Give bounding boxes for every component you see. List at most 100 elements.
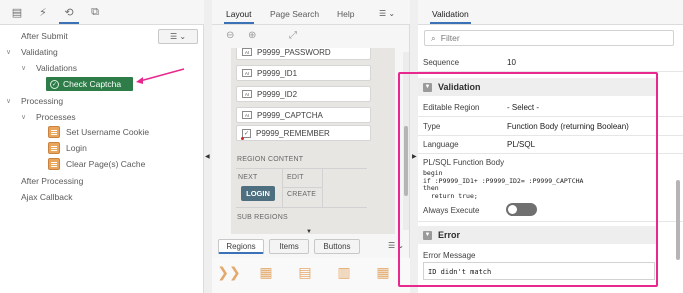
error-dot-icon xyxy=(241,136,244,140)
tree-check-captcha-node[interactable]: ✓ Check Captcha xyxy=(46,77,133,91)
dynamic-actions-tab-icon[interactable]: ⚡ xyxy=(36,5,50,19)
tree-process-item[interactable]: Clear Page(s) Cache xyxy=(66,159,145,169)
tab-page-search[interactable]: Page Search xyxy=(270,9,319,19)
divider xyxy=(418,153,683,154)
zoom-out-icon[interactable]: ⊖ xyxy=(226,30,234,41)
sequence-value[interactable]: 10 xyxy=(507,58,516,67)
cards-region-icon[interactable]: ▤ xyxy=(295,264,315,280)
divider xyxy=(322,169,323,207)
tab-help[interactable]: Help xyxy=(337,9,354,19)
process-icon xyxy=(48,158,60,170)
tab-validation[interactable]: Validation xyxy=(430,9,471,24)
collapse-section-icon[interactable]: ▼ xyxy=(423,230,432,240)
chevron-down-icon[interactable]: ∨ xyxy=(6,48,11,56)
layout-panel: Layout Page Search Help ☰ ⌄ ⊖ ⊕ ⤢ AI P99… xyxy=(212,0,410,293)
layout-canvas: AI P9999_PASSWORD AI P9999_ID1 AI P9999_… xyxy=(231,48,395,234)
next-position-label: NEXT xyxy=(238,174,258,181)
layout-item[interactable]: AI P9999_PASSWORD xyxy=(236,48,371,60)
layout-item[interactable]: AI P9999_ID1 xyxy=(236,65,371,81)
tab-regions[interactable]: Regions xyxy=(218,239,264,254)
chevron-down-icon[interactable]: ∨ xyxy=(21,64,26,72)
shared-components-tab-icon[interactable]: ⧉ xyxy=(88,5,102,19)
collapse-bottom-icon[interactable]: ▼ xyxy=(306,229,312,235)
error-message-field[interactable]: ID didn't match xyxy=(423,262,655,280)
zoom-in-icon[interactable]: ⊕ xyxy=(248,30,256,41)
divider xyxy=(418,221,683,222)
tab-items[interactable]: Items xyxy=(269,239,309,254)
sub-regions-label: SUB REGIONS xyxy=(237,214,288,221)
annotation-arrow xyxy=(136,68,185,84)
tree-process-item[interactable]: Login xyxy=(66,143,87,153)
type-label: Type xyxy=(423,122,441,131)
type-select[interactable]: Function Body (returning Boolean) xyxy=(507,122,629,131)
process-icon xyxy=(48,142,60,154)
tree-check-captcha-label: Check Captcha xyxy=(63,79,122,89)
tree-validating[interactable]: Validating xyxy=(21,47,58,57)
tree-after-submit[interactable]: After Submit xyxy=(21,31,68,41)
process-icon xyxy=(48,126,60,138)
right-tabs: Validation xyxy=(418,0,683,25)
left-panel: ▤ ⚡ ⟲ ⧉ After Submit ☰ ⌄ ∨ Validating ∨ … xyxy=(0,0,204,293)
item-label: P9999_PASSWORD xyxy=(257,48,331,57)
tab-layout[interactable]: Layout xyxy=(224,9,254,24)
filter-input[interactable]: ⌕ Filter xyxy=(424,30,674,46)
layout-item[interactable]: ✓ P9999_REMEMBER xyxy=(236,125,371,141)
collapse-left-icon[interactable]: ◀ xyxy=(205,153,210,160)
rendering-tab-icon[interactable]: ▤ xyxy=(10,5,24,19)
layout-scrollbar[interactable] xyxy=(403,52,409,230)
layout-menu-button[interactable]: ☰ ⌄ xyxy=(372,7,402,20)
processing-tab-icon[interactable]: ⟲ xyxy=(59,5,79,24)
layout-item[interactable]: AI P9999_CAPTCHA xyxy=(236,107,371,123)
tree-menu-button[interactable]: ☰ ⌄ xyxy=(158,29,198,44)
region-content-label: REGION CONTENT xyxy=(237,156,304,163)
error-message-label: Error Message xyxy=(423,251,476,260)
language-label: Language xyxy=(423,140,459,149)
sequence-label: Sequence xyxy=(423,58,460,67)
plsql-code-editor[interactable]: begin if :P9999_ID1+ :P9999_ID2= :P9999_… xyxy=(423,170,655,200)
item-label: P9999_ID1 xyxy=(257,68,298,78)
tree-processing[interactable]: Processing xyxy=(21,96,63,106)
right-splitter[interactable]: ▶ xyxy=(410,0,418,293)
wizard-region-icon[interactable]: ❯❯ xyxy=(217,264,240,280)
middle-tabs: Layout Page Search Help ☰ ⌄ xyxy=(212,0,410,25)
checkbox-icon: ✓ xyxy=(241,128,251,140)
tree-ajax-callback[interactable]: Ajax Callback xyxy=(21,192,73,202)
always-execute-toggle[interactable] xyxy=(506,203,537,216)
calendar-region-icon[interactable]: ▦ xyxy=(256,264,276,280)
error-section-header[interactable]: ▼ Error xyxy=(418,226,658,244)
collapse-section-icon[interactable]: ▼ xyxy=(423,82,432,92)
property-scrollbar[interactable] xyxy=(675,50,681,290)
editable-region-select[interactable]: - Select - xyxy=(507,103,539,112)
chart-region-icon[interactable]: ▥ xyxy=(334,264,354,280)
expand-icon[interactable]: ⤢ xyxy=(289,30,297,41)
divider xyxy=(418,71,683,72)
tree-processes[interactable]: Processes xyxy=(36,112,76,122)
text-field-icon: AI xyxy=(242,48,252,56)
grid-region-icon[interactable]: ▦ xyxy=(373,264,393,280)
left-tabs: ▤ ⚡ ⟲ ⧉ xyxy=(0,0,204,25)
chevron-down-icon[interactable]: ∨ xyxy=(6,97,11,105)
validation-section-header[interactable]: ▼ Validation xyxy=(418,78,658,96)
layout-toolbar: ⊖ ⊕ ⤢ xyxy=(212,26,410,48)
divider xyxy=(236,168,367,169)
always-execute-label: Always Execute xyxy=(423,206,480,215)
scrollbar-thumb[interactable] xyxy=(676,180,680,260)
tree-process-item[interactable]: Set Username Cookie xyxy=(66,127,149,137)
left-splitter[interactable]: ◀ xyxy=(204,0,212,293)
item-label: P9999_CAPTCHA xyxy=(257,110,323,120)
section-title: Validation xyxy=(438,82,481,92)
editable-region-label: Editable Region xyxy=(423,103,480,112)
tree-validations[interactable]: Validations xyxy=(36,63,77,73)
item-label: P9999_ID2 xyxy=(257,89,298,99)
chevron-down-icon[interactable]: ∨ xyxy=(21,113,26,121)
scrollbar-thumb[interactable] xyxy=(404,126,408,196)
layout-item[interactable]: AI P9999_ID2 xyxy=(236,86,371,102)
tree-after-processing[interactable]: After Processing xyxy=(21,176,83,186)
gallery: ❯❯ ▦ ▤ ▥ ▦ xyxy=(212,258,410,293)
gallery-menu-button[interactable]: ☰ ⌄ xyxy=(388,241,404,250)
language-select[interactable]: PL/SQL xyxy=(507,140,535,149)
login-button[interactable]: LOGIN xyxy=(241,186,275,201)
property-editor: Validation ⌕ Filter Sequence 10 ▼ Valida… xyxy=(418,0,683,293)
collapse-right-icon[interactable]: ▶ xyxy=(412,153,417,160)
tab-buttons[interactable]: Buttons xyxy=(314,239,360,254)
